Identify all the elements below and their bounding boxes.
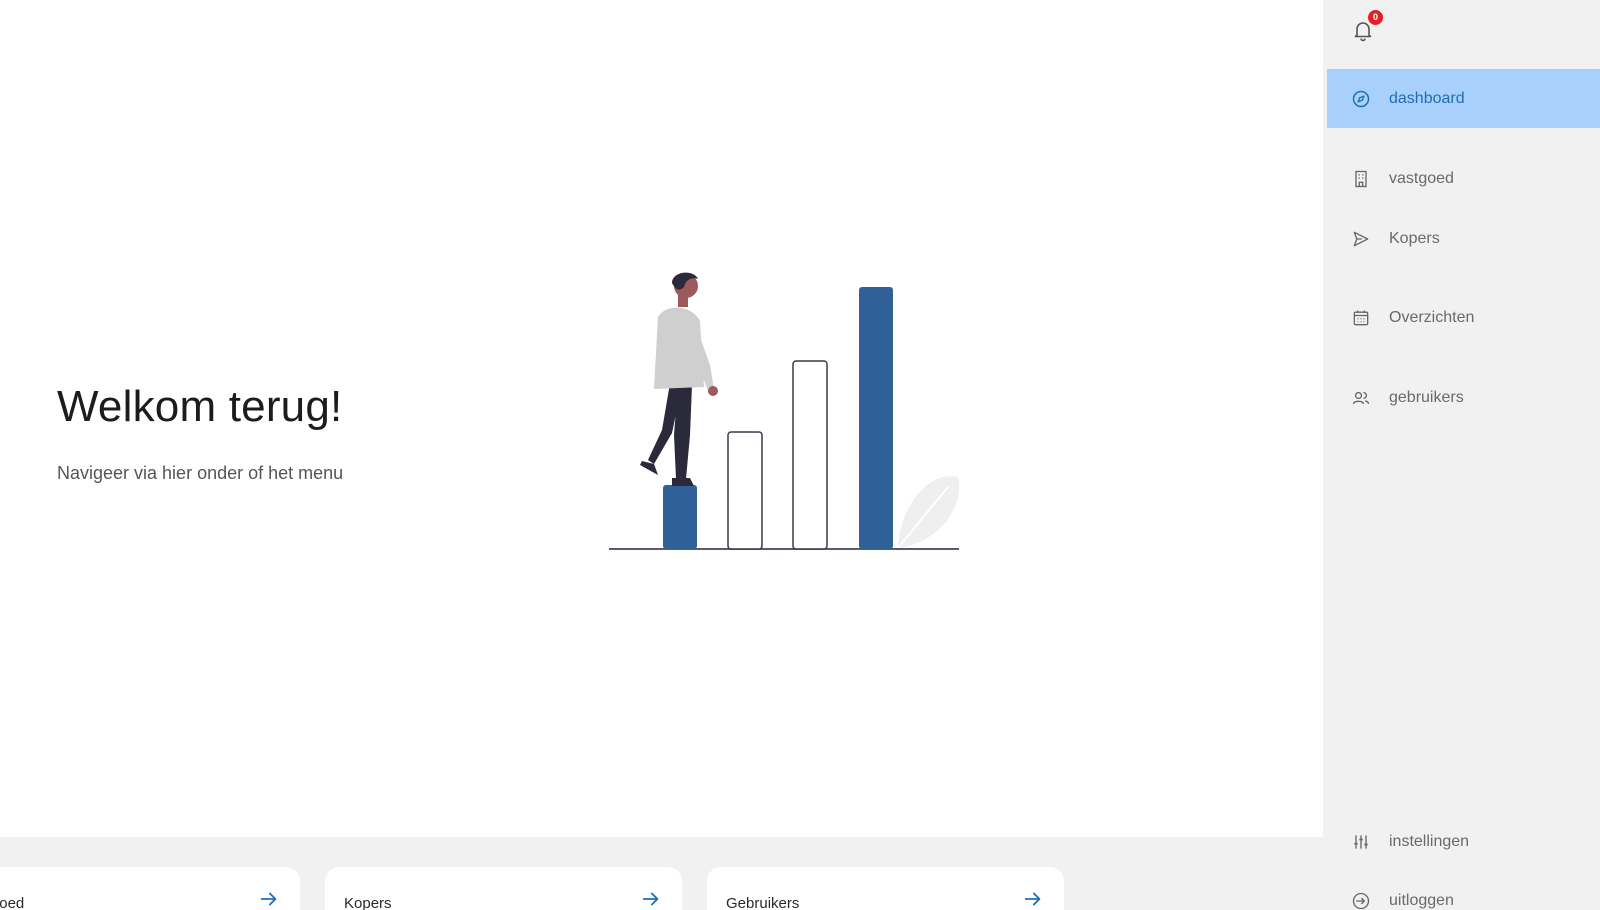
sidebar-item-gebruikers[interactable]: gebruikers bbox=[1327, 368, 1600, 427]
bar-4 bbox=[859, 287, 893, 549]
bar-3 bbox=[792, 360, 828, 550]
sidebar-item-label: instellingen bbox=[1389, 832, 1470, 850]
logout-icon bbox=[1351, 891, 1371, 910]
sidebar-item-uitloggen[interactable]: uitloggen bbox=[1327, 871, 1600, 910]
app: Welkom terug! Navigeer via hier onder of… bbox=[0, 0, 1600, 910]
arrow-right-icon[interactable] bbox=[258, 888, 280, 910]
sidebar-item-label: Overzichten bbox=[1389, 308, 1475, 326]
bar-1 bbox=[663, 485, 697, 549]
sidebar-item-kopers[interactable]: Kopers bbox=[1327, 209, 1600, 268]
card-label: Vastgoed bbox=[0, 895, 25, 910]
sidebar-item-dashboard[interactable]: dashboard bbox=[1327, 69, 1600, 128]
card-gebruikers[interactable]: Gebruikers bbox=[707, 867, 1064, 910]
building-icon bbox=[1351, 169, 1371, 189]
sidebar: 0 dashboard vastgoed Kopers Overzichten … bbox=[1323, 0, 1600, 910]
bar-2 bbox=[727, 431, 763, 550]
sidebar-item-label: gebruikers bbox=[1389, 388, 1464, 406]
card-kopers[interactable]: Kopers bbox=[325, 867, 682, 910]
sidebar-item-label: dashboard bbox=[1389, 89, 1465, 107]
arrow-right-icon[interactable] bbox=[640, 888, 662, 910]
send-icon bbox=[1351, 229, 1371, 249]
users-icon bbox=[1351, 388, 1371, 408]
sidebar-item-label: Kopers bbox=[1389, 229, 1440, 247]
card-label: Kopers bbox=[344, 895, 392, 910]
sidebar-item-vastgoed[interactable]: vastgoed bbox=[1327, 149, 1600, 208]
sidebar-item-label: uitloggen bbox=[1389, 891, 1454, 909]
page-title: Welkom terug! bbox=[57, 382, 343, 431]
sliders-icon bbox=[1351, 832, 1371, 852]
card-vastgoed[interactable]: Vastgoed bbox=[0, 867, 300, 910]
sidebar-item-instellingen[interactable]: instellingen bbox=[1327, 812, 1600, 871]
growth-illustration bbox=[609, 272, 960, 550]
person-figure bbox=[640, 272, 718, 486]
sidebar-item-overzichten[interactable]: Overzichten bbox=[1327, 288, 1600, 347]
arrow-right-icon[interactable] bbox=[1022, 888, 1044, 910]
sidebar-item-label: vastgoed bbox=[1389, 169, 1454, 187]
calendar-icon bbox=[1351, 308, 1371, 328]
page-subtitle: Navigeer via hier onder of het menu bbox=[57, 463, 344, 483]
main-content: Welkom terug! Navigeer via hier onder of… bbox=[0, 0, 1323, 910]
compass-icon bbox=[1351, 89, 1371, 109]
notification-badge: 0 bbox=[1368, 10, 1383, 25]
quick-links-strip: Vastgoed Kopers Gebruikers bbox=[0, 837, 1323, 910]
card-label: Gebruikers bbox=[726, 895, 800, 910]
